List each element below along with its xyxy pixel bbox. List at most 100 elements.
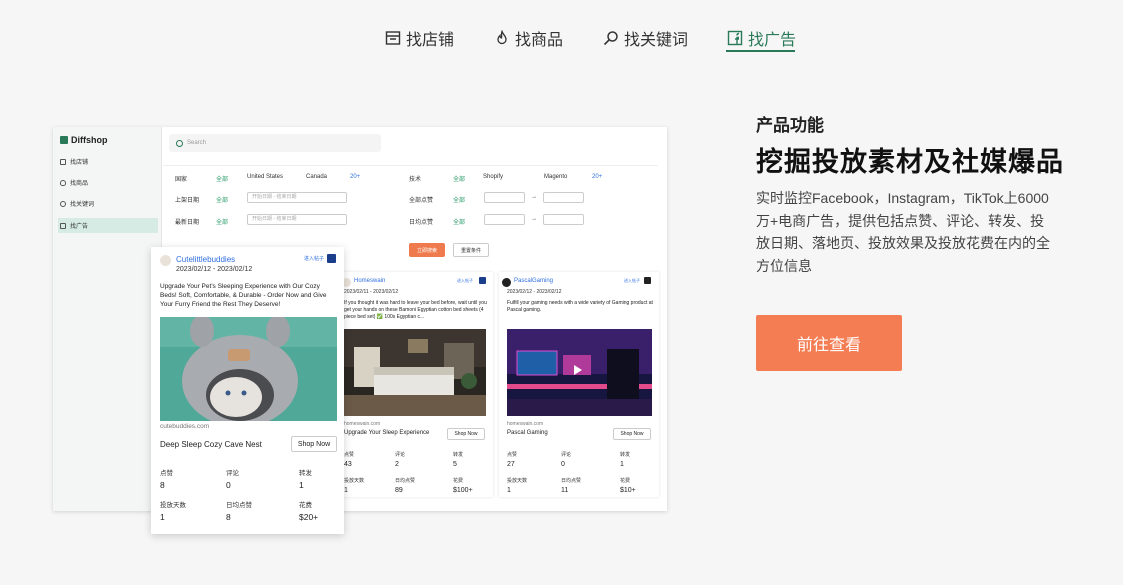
latest-date-range-input[interactable]: 开始日期 - 结束日期 [247, 214, 347, 225]
spend-label: 花费 [299, 502, 312, 509]
filter-country-all[interactable]: 全部 [216, 174, 228, 183]
ad-date-range: 2023/02/12 - 2023/02/12 [507, 289, 562, 295]
tab-find-store[interactable]: 找店铺 [385, 24, 454, 52]
search-icon [603, 31, 618, 46]
filter-total-likes-all[interactable]: 全部 [453, 195, 465, 204]
daily-likes-min-input[interactable] [484, 214, 525, 225]
comments-value: 2 [395, 461, 399, 468]
facebook-icon [727, 30, 743, 46]
daily-likes-max-input[interactable] [543, 214, 584, 225]
ad-domain: homeswain.com [507, 421, 544, 427]
comments-value: 0 [226, 480, 231, 490]
feature-description: 实时监控Facebook，Instagram，TikTok上6000万+电商广告… [756, 190, 1050, 275]
filter-tech-label: 技术 [409, 177, 422, 183]
facebook-icon [327, 254, 336, 263]
comments-label: 评论 [226, 470, 239, 477]
sidebar-item-ad[interactable]: 找广告 [58, 218, 158, 233]
ad-card-homeswain[interactable]: Homeswain 2023/02/11 - 2023/02/12 进入帖子 I… [339, 272, 493, 497]
shop-now-button[interactable]: Shop Now [613, 428, 651, 440]
flame-icon [497, 30, 507, 45]
ad-description: Fulfill your gaming needs with a wide va… [507, 300, 653, 313]
tab-find-product[interactable]: 找商品 [494, 24, 563, 52]
sidebar-item-label: 找关键词 [70, 202, 95, 208]
tab-find-keyword[interactable]: 找关键词 [603, 24, 688, 52]
logo-text: Diffshop [71, 135, 108, 145]
shop-now-button[interactable]: Shop Now [447, 428, 485, 440]
enter-post-link[interactable]: 进入帖子 [624, 278, 640, 284]
filter-launch-date-label: 上架日期 [175, 198, 200, 204]
flame-icon [60, 179, 66, 186]
preview-search-bar[interactable]: Search [169, 134, 381, 152]
search-now-button[interactable]: 立即搜索 [409, 243, 445, 257]
filter-tech-shopify[interactable]: Shopify [483, 174, 503, 180]
preview-logo: Diffshop [60, 135, 108, 145]
reset-filters-button[interactable]: 重置条件 [453, 243, 489, 257]
active-tab-underline [726, 50, 795, 52]
ad-description: If you thought it was hard to leave your… [344, 300, 487, 320]
shares-label: 转发 [299, 470, 312, 477]
filter-latest-date-label: 最新日期 [175, 220, 200, 226]
filter-country-more[interactable]: 20+ [350, 174, 360, 180]
filter-country-canada[interactable]: Canada [306, 174, 327, 180]
total-likes-min-input[interactable] [484, 192, 525, 203]
spend-value: $20+ [299, 512, 319, 522]
sidebar-item-label: 找商品 [70, 181, 89, 187]
store-icon [385, 31, 401, 45]
total-likes-max-input[interactable] [543, 192, 584, 203]
page-name[interactable]: Cutelittlebuddies [176, 255, 235, 264]
page-name[interactable]: Homeswain [354, 278, 385, 284]
ad-description: Upgrade Your Pet's Sleeping Experience w… [160, 283, 327, 308]
ad-image-cat-bed [160, 317, 337, 421]
avatar [502, 278, 511, 287]
sidebar-item-product[interactable]: 找商品 [58, 175, 158, 190]
filter-launch-all[interactable]: 全部 [216, 195, 228, 204]
spend-label: 花费 [453, 478, 464, 484]
filter-daily-likes-label: 日均点赞 [409, 220, 434, 226]
tab-find-ad[interactable]: 找广告 [727, 24, 796, 52]
ad-card-cutelittlebuddies[interactable]: Cutelittlebuddies 2023/02/12 - 2023/02/1… [151, 247, 344, 534]
filter-daily-likes-all[interactable]: 全部 [453, 217, 465, 226]
sidebar-item-label: 找广告 [70, 224, 89, 230]
days-label: 投放天数 [344, 478, 365, 484]
shares-value: 1 [620, 461, 624, 468]
feature-headline: 挖掘投放素材及社媒爆品 [756, 147, 1064, 177]
shares-label: 转发 [453, 452, 464, 458]
ad-title: Deep Sleep Cozy Cave Nest [160, 440, 262, 449]
likes-value: 8 [160, 480, 165, 490]
range-arrow: → [531, 194, 537, 200]
ad-image-bedroom [344, 329, 486, 416]
likes-label: 点赞 [507, 452, 518, 458]
page-name[interactable]: PascalGaming [514, 278, 553, 284]
ad-date-range: 2023/02/12 - 2023/02/12 [176, 266, 253, 273]
filter-tech-magento[interactable]: Magento [544, 174, 567, 180]
enter-post-link[interactable]: 进入帖子 [304, 255, 324, 262]
ad-card-pascalgaming[interactable]: PascalGaming 2023/02/12 - 2023/02/12 进入帖… [499, 272, 659, 497]
likes-value: 27 [507, 461, 515, 468]
tab-label: 找店铺 [406, 32, 455, 49]
enter-post-link[interactable]: 进入帖子 [457, 278, 473, 284]
filter-tech-more[interactable]: 20+ [592, 174, 602, 180]
shop-now-button[interactable]: Shop Now [291, 436, 337, 452]
ad-title: Upgrade Your Sleep Experience [344, 430, 430, 436]
filter-latest-all[interactable]: 全部 [216, 217, 228, 226]
range-arrow: → [531, 216, 537, 222]
view-now-button[interactable]: 前往查看 [756, 315, 902, 371]
app-preview: Diffshop 找店铺 找商品 找关键词 找广告 Search 国家 全部 U… [53, 127, 667, 511]
days-value: 1 [160, 512, 165, 522]
tab-label: 找商品 [515, 32, 564, 49]
filter-panel: 国家 全部 United States Canada 20+ 技术 全部 Sho… [163, 165, 658, 239]
tab-label: 找关键词 [624, 32, 689, 49]
daily-likes-label: 日均点赞 [395, 478, 416, 484]
launch-date-range-input[interactable]: 开始日期 - 结束日期 [247, 192, 347, 203]
sidebar-item-keyword[interactable]: 找关键词 [58, 196, 158, 211]
days-value: 1 [507, 487, 511, 494]
filter-tech-all[interactable]: 全部 [453, 174, 465, 183]
store-icon [60, 158, 66, 165]
facebook-icon [60, 222, 66, 229]
shares-label: 转发 [620, 452, 631, 458]
comments-label: 评论 [395, 452, 406, 458]
likes-value: 43 [344, 461, 352, 468]
filter-country-us[interactable]: United States [247, 174, 283, 180]
sidebar-item-store[interactable]: 找店铺 [58, 154, 158, 169]
days-value: 1 [344, 487, 348, 494]
